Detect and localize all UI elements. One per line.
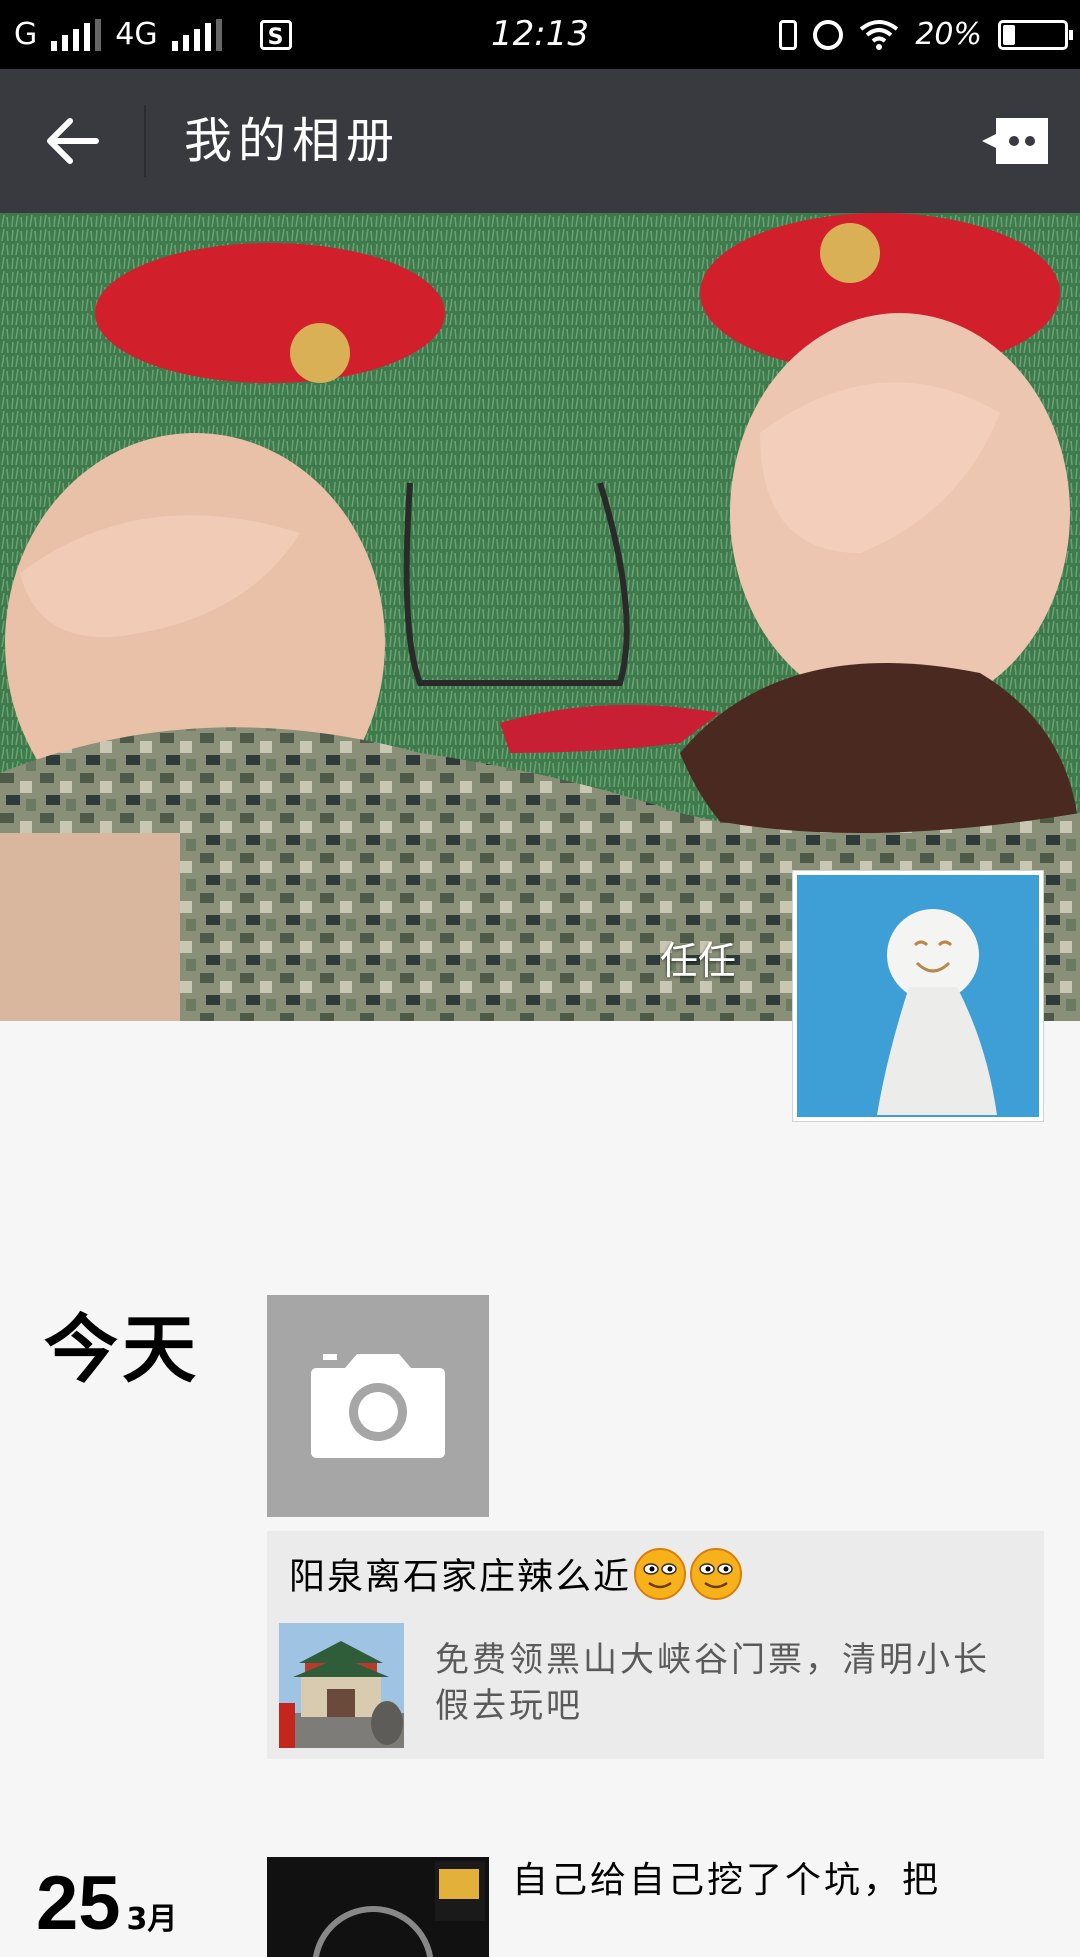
share-description: 免费领黑山大峡谷门票，清明小长假去玩吧 (435, 1640, 990, 1726)
vibrate-icon (779, 19, 798, 50)
battery-icon (998, 19, 1073, 50)
post-text: 自己给自己挖了个坑，把 (512, 1860, 942, 1901)
share-title: 阳泉离石家庄辣么近 (289, 1547, 743, 1612)
app-bar: 我的相册 (0, 69, 1080, 213)
battery-percent: 20% (915, 17, 982, 52)
share-thumbnail (279, 1623, 404, 1748)
status-bar: G 4G S 12:13 20% (0, 0, 1080, 69)
date-label-today: 今天 (44, 1307, 200, 1393)
camera-icon (311, 1354, 445, 1458)
more-icon (982, 118, 1048, 164)
share-title-text: 阳泉离石家庄辣么近 (289, 1556, 632, 1598)
date-day: 25 (36, 1861, 121, 1946)
page-title: 我的相册 (184, 113, 401, 169)
date-label-25: 25 3月 (36, 1860, 177, 1947)
wifi-icon (859, 19, 899, 51)
alarm-icon (813, 19, 844, 50)
avatar[interactable] (792, 870, 1044, 1122)
shared-link-card[interactable]: 阳泉离石家庄辣么近 免费领黑山大峡谷门票，清明小长假去玩吧 (267, 1531, 1044, 1759)
grinning-emoji-icon (633, 1547, 687, 1612)
add-photo-button[interactable] (267, 1295, 489, 1517)
post-thumbnail[interactable] (267, 1857, 489, 1957)
status-right: 20% (779, 0, 1073, 69)
more-button[interactable] (980, 117, 1050, 165)
grinning-emoji-icon (689, 1547, 743, 1612)
appbar-divider (144, 105, 146, 177)
profile-name: 任任 (660, 939, 737, 983)
back-arrow-icon (47, 118, 99, 164)
back-button[interactable] (30, 101, 116, 181)
